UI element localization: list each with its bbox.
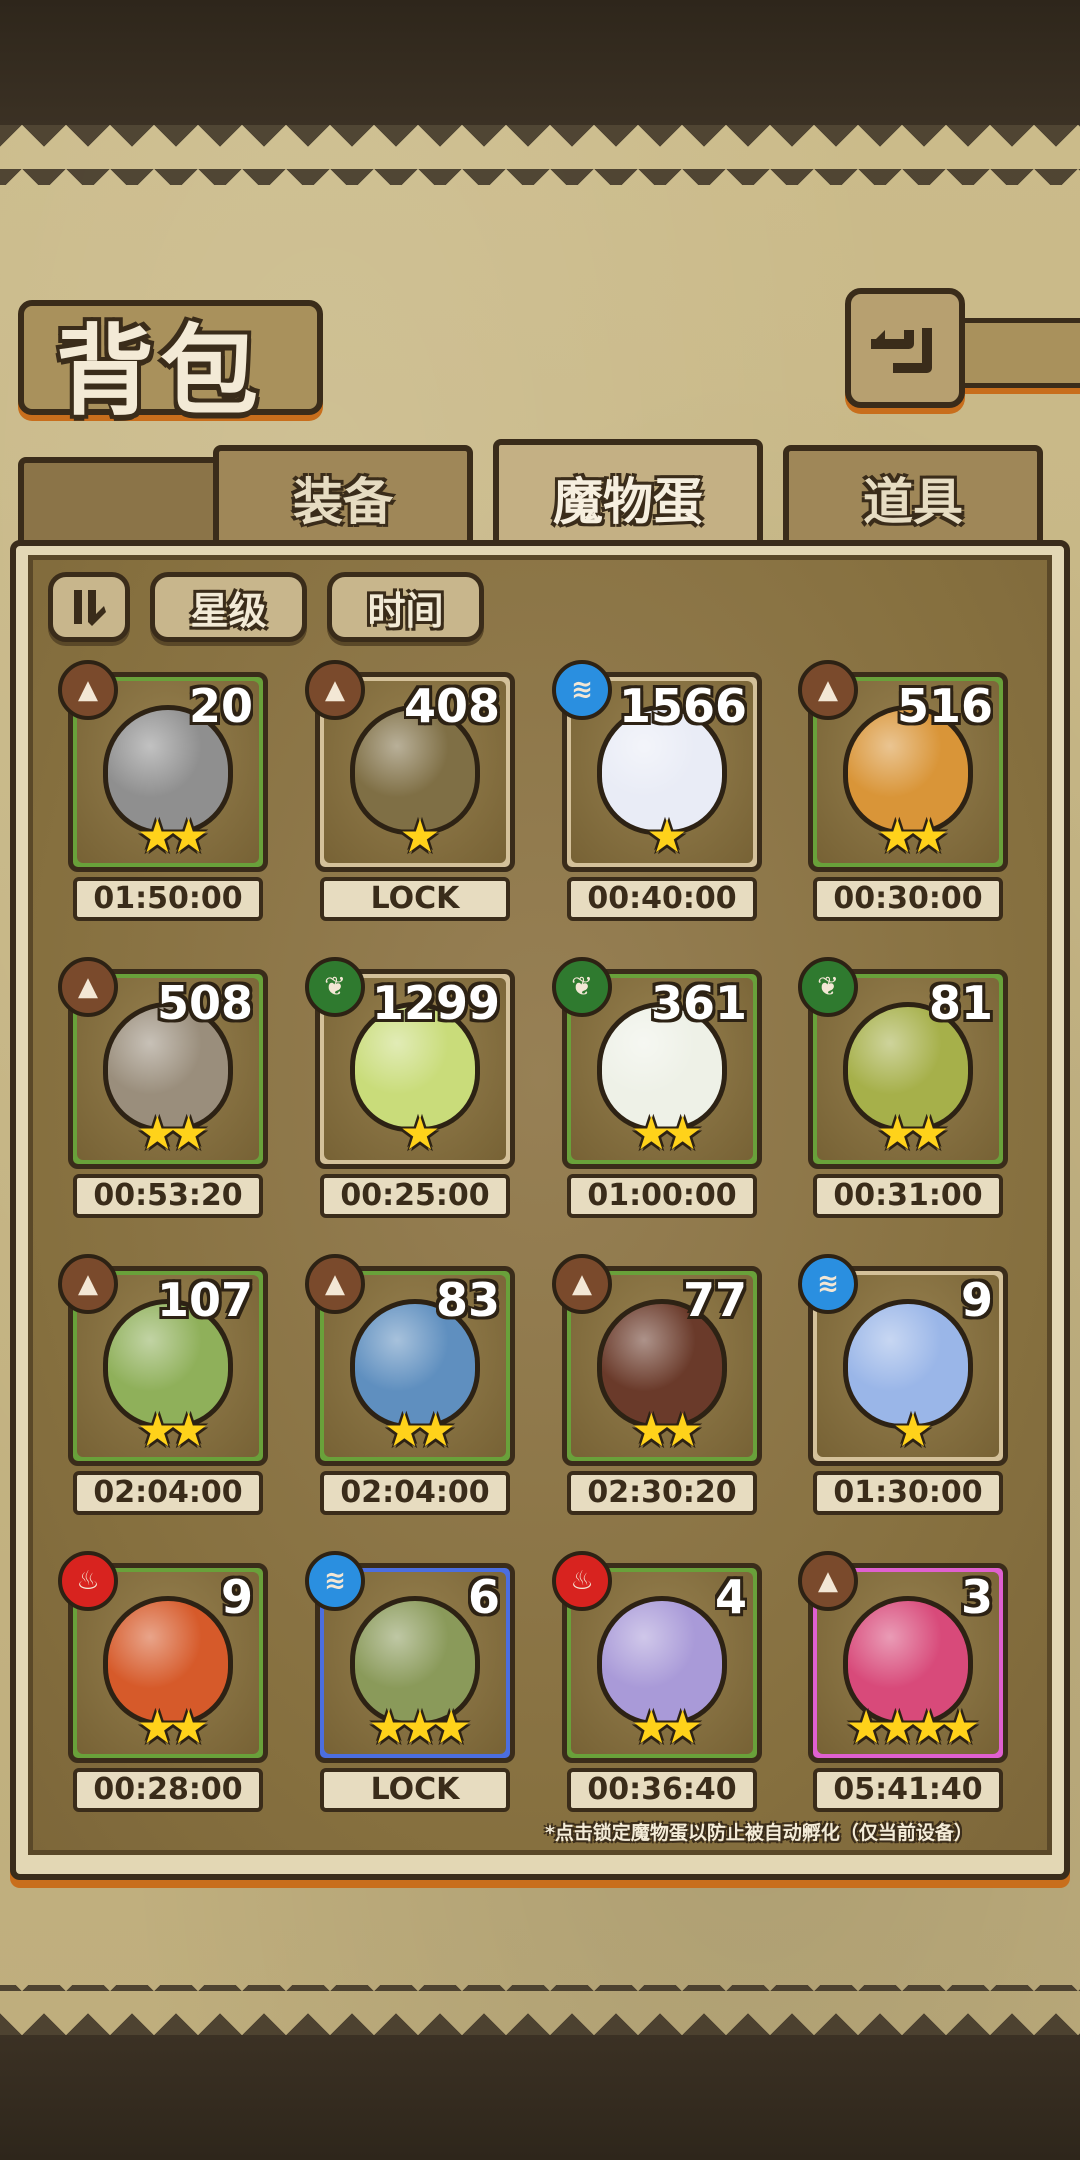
zigzag-top-border: [0, 125, 1080, 185]
sort-by-time-button[interactable]: 时间: [327, 572, 484, 642]
egg-count: 3: [960, 1570, 993, 1624]
tab-equipment[interactable]: 装备: [213, 445, 473, 545]
earth-element-icon: ▲: [58, 1254, 118, 1314]
top-bar: [0, 0, 1080, 125]
sort-order-icon: [74, 590, 106, 626]
hatch-timer: 05:41:40: [813, 1768, 1003, 1812]
grass-element-icon: ❦: [305, 957, 365, 1017]
fire-element-icon: ♨: [552, 1551, 612, 1611]
hatch-timer: 01:30:00: [813, 1471, 1003, 1515]
egg-count: 1299: [371, 976, 500, 1030]
lock-label[interactable]: LOCK: [320, 877, 510, 921]
tab-bar: 装备 魔物蛋 道具: [18, 439, 1062, 551]
star-rating: ★★★: [368, 1700, 472, 1754]
tab-items[interactable]: 道具: [783, 445, 1043, 545]
egg-count: 516: [896, 679, 993, 733]
hatch-timer: 02:04:00: [73, 1471, 263, 1515]
earth-element-icon: ▲: [798, 660, 858, 720]
egg-count: 83: [435, 1273, 500, 1327]
grass-element-icon: ❦: [552, 957, 612, 1017]
egg-count: 408: [403, 679, 500, 733]
star-rating: ★: [399, 1106, 440, 1160]
star-rating: ★★: [630, 1700, 703, 1754]
star-rating: ★: [399, 809, 440, 863]
earth-element-icon: ▲: [58, 660, 118, 720]
back-control: [845, 288, 1080, 408]
egg-count: 9: [960, 1273, 993, 1327]
star-rating: ★★: [876, 1106, 949, 1160]
tab-filler-left: [18, 457, 223, 545]
earth-element-icon: ▲: [305, 660, 365, 720]
back-rail: [945, 318, 1080, 388]
star-rating: ★★: [136, 1106, 209, 1160]
star-rating: ★★★★: [845, 1700, 981, 1754]
back-button[interactable]: [845, 288, 965, 408]
hatch-timer: 02:30:20: [567, 1471, 757, 1515]
earth-element-icon: ▲: [58, 957, 118, 1017]
fire-element-icon: ♨: [58, 1551, 118, 1611]
sort-order-button[interactable]: [48, 572, 130, 642]
hatch-timer: 01:50:00: [73, 877, 263, 921]
egg-count: 107: [156, 1273, 253, 1327]
tab-monster-eggs[interactable]: 魔物蛋: [493, 439, 763, 551]
hatch-timer: 00:28:00: [73, 1768, 263, 1812]
lock-label[interactable]: LOCK: [320, 1768, 510, 1812]
hatch-timer: 02:04:00: [320, 1471, 510, 1515]
egg-count: 1566: [618, 679, 747, 733]
hatch-timer: 00:36:40: [567, 1768, 757, 1812]
hatch-timer: 00:30:00: [813, 877, 1003, 921]
earth-element-icon: ▲: [305, 1254, 365, 1314]
star-rating: ★★: [136, 1403, 209, 1457]
egg-count: 4: [714, 1570, 747, 1624]
star-rating: ★: [892, 1403, 933, 1457]
star-rating: ★★: [383, 1403, 456, 1457]
hatch-timer: 00:40:00: [567, 877, 757, 921]
earth-element-icon: ▲: [798, 1551, 858, 1611]
egg-count: 77: [682, 1273, 747, 1327]
zigzag-bottom-border: [0, 1985, 1080, 2035]
hatch-timer: 00:25:00: [320, 1174, 510, 1218]
water-element-icon: ≋: [798, 1254, 858, 1314]
earth-element-icon: ▲: [552, 1254, 612, 1314]
hatch-timer: 00:53:20: [73, 1174, 263, 1218]
egg-count: 9: [220, 1570, 253, 1624]
page-title: 背包: [56, 315, 265, 429]
back-arrow-icon: [871, 328, 932, 373]
star-rating: ★: [646, 809, 687, 863]
egg-count: 361: [650, 976, 747, 1030]
star-rating: ★★: [630, 1106, 703, 1160]
lock-hint-footnote: *点击锁定魔物蛋以防止被自动孵化（仅当前设备）: [545, 1822, 973, 1844]
egg-count: 20: [188, 679, 253, 733]
water-element-icon: ≋: [552, 660, 612, 720]
hatch-timer: 01:00:00: [567, 1174, 757, 1218]
star-rating: ★★: [136, 809, 209, 863]
egg-count: 6: [467, 1570, 500, 1624]
egg-count: 508: [156, 976, 253, 1030]
hatch-timer: 00:31:00: [813, 1174, 1003, 1218]
star-rating: ★★: [630, 1403, 703, 1457]
star-rating: ★★: [876, 809, 949, 863]
egg-count: 81: [928, 976, 993, 1030]
sort-by-star-button[interactable]: 星级: [150, 572, 307, 642]
star-rating: ★★: [136, 1700, 209, 1754]
bottom-bar: [0, 2035, 1080, 2160]
grass-element-icon: ❦: [798, 957, 858, 1017]
water-element-icon: ≋: [305, 1551, 365, 1611]
